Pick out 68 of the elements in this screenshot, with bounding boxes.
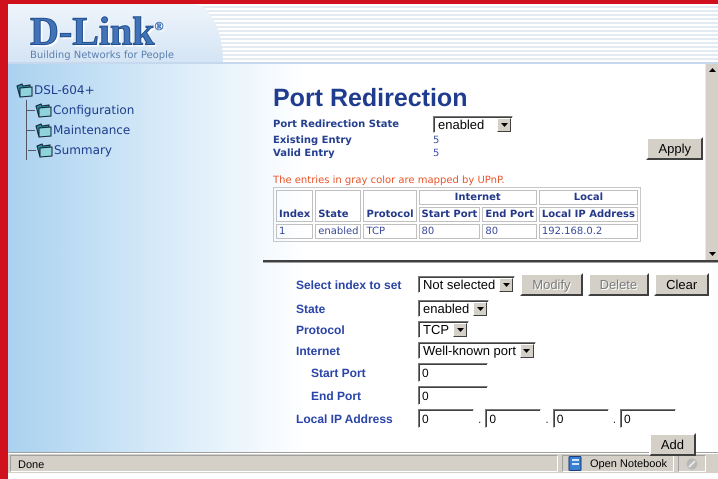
- folder-icon: [36, 142, 53, 158]
- column-header: Local IP Address: [538, 207, 638, 222]
- tree-item[interactable]: DSL-604+: [34, 83, 95, 97]
- field-label: Protocol: [296, 322, 346, 336]
- caret-icon: [456, 328, 464, 332]
- field-label: Internet: [296, 344, 342, 358]
- tree-item[interactable]: Summary: [54, 143, 112, 157]
- dropdown[interactable]: Well-known port: [418, 342, 536, 359]
- status-text: Done: [10, 455, 558, 472]
- input-field[interactable]: 0: [418, 386, 488, 405]
- dot-separator: .: [612, 412, 616, 426]
- scrollbar[interactable]: [705, 64, 718, 260]
- caret-icon[interactable]: [708, 252, 716, 256]
- input-field[interactable]: 0: [620, 409, 676, 428]
- field-label: Valid Entry: [273, 148, 336, 159]
- table-cell: TCP: [363, 224, 416, 239]
- field-label: Select index to set: [296, 278, 402, 292]
- field-label: Local IP Address: [296, 412, 394, 426]
- field-label: End Port: [310, 388, 362, 402]
- folder-icon: [35, 122, 52, 138]
- action-button[interactable]: Clear: [654, 273, 710, 296]
- table-cell: enabled: [315, 224, 362, 239]
- dropdown[interactable]: TCP: [418, 321, 469, 338]
- blocked-icon: [686, 458, 698, 470]
- input-field[interactable]: 0: [418, 409, 474, 428]
- column-header: Index: [276, 190, 314, 222]
- column-header: Internet: [418, 190, 537, 205]
- input-field[interactable]: 0: [552, 409, 609, 428]
- input-field[interactable]: 0: [485, 409, 542, 428]
- tree-item[interactable]: Maintenance: [53, 123, 130, 137]
- caret-icon: [476, 306, 484, 310]
- column-header: State: [315, 190, 362, 222]
- tagline: Building Networks for People: [30, 50, 174, 61]
- tree-item[interactable]: Configuration: [53, 103, 134, 117]
- dropdown[interactable]: enabled: [418, 300, 490, 317]
- column-header: Local: [538, 190, 638, 205]
- table-cell: 1: [276, 224, 314, 239]
- notebook-icon: [568, 456, 582, 471]
- table-cell: 192.168.0.2: [538, 224, 638, 239]
- caret-icon: [523, 348, 530, 352]
- folder-icon: [16, 82, 33, 98]
- dropdown[interactable]: enabled: [433, 116, 513, 133]
- caret-icon[interactable]: [708, 68, 716, 72]
- caret-icon: [500, 122, 508, 126]
- column-header: Protocol: [363, 190, 416, 222]
- page-title: Port Redirection: [273, 84, 468, 112]
- dot-separator: .: [545, 412, 549, 426]
- column-header: Start Port: [418, 207, 480, 222]
- apply-button[interactable]: Apply: [646, 137, 703, 160]
- notebook-label: Open Notebook: [590, 458, 667, 470]
- dropdown[interactable]: Not selected: [418, 276, 516, 293]
- caret-icon: [502, 282, 510, 286]
- field-label: State: [296, 302, 326, 316]
- dot-separator: .: [478, 412, 482, 426]
- column-header: End Port: [482, 207, 537, 222]
- note-text: The entries in gray color are mapped by UPnP.: [273, 175, 506, 186]
- field-label: Start Port: [310, 366, 367, 380]
- table-cell: 80: [482, 224, 537, 239]
- folder-icon: [35, 102, 52, 118]
- logo: D-Link$^{®}$: [30, 7, 164, 50]
- input-field[interactable]: 0: [418, 363, 488, 382]
- field-value: 5: [433, 135, 440, 146]
- add-button[interactable]: Add: [648, 433, 696, 456]
- field-value: 5: [433, 148, 440, 159]
- table-cell: 80: [418, 224, 480, 239]
- field-label: Port Redirection State: [273, 119, 400, 130]
- notebook-panel[interactable]: Open Notebook: [562, 455, 674, 472]
- field-label: Existing Entry: [273, 135, 353, 146]
